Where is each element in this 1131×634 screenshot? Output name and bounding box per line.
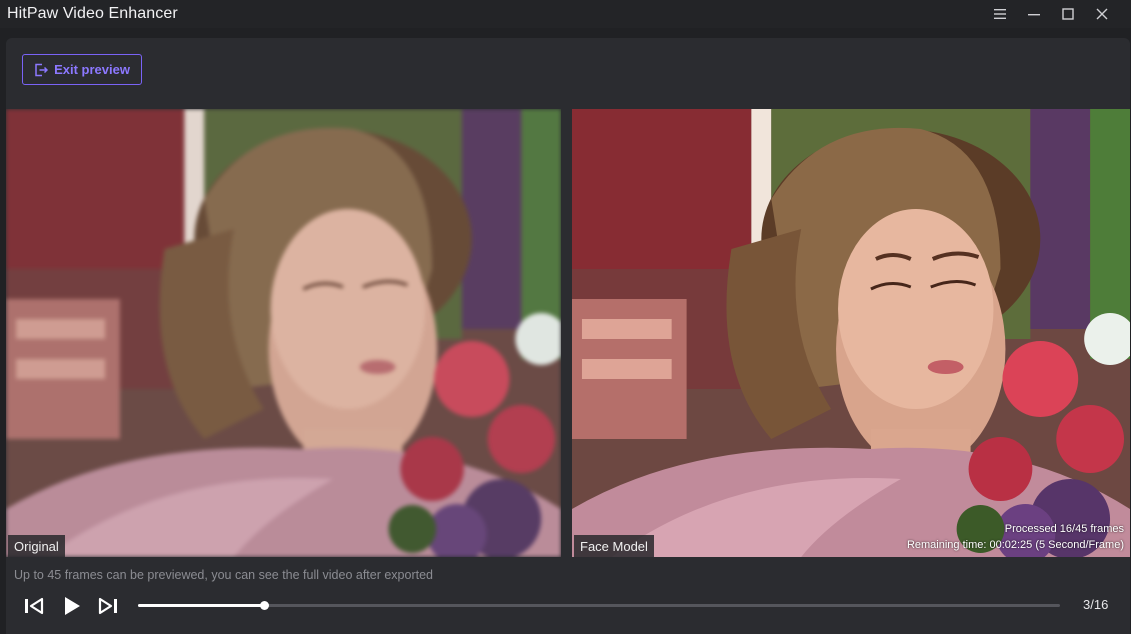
next-frame-button[interactable] bbox=[96, 594, 120, 618]
preview-hint: Up to 45 frames can be previewed, you ca… bbox=[14, 568, 433, 582]
original-label: Original bbox=[8, 535, 65, 557]
original-preview: Original bbox=[6, 109, 561, 557]
frame-page-counter: 3/16 bbox=[1083, 597, 1109, 612]
remaining-time-text: Remaining time: 00:02:25 (5 Second/Frame… bbox=[906, 539, 1124, 551]
play-icon bbox=[65, 597, 80, 615]
app-title: HitPaw Video Enhancer bbox=[7, 5, 178, 22]
maximize-button[interactable] bbox=[1051, 0, 1085, 28]
main-area: Exit preview Original Face Model Process… bbox=[6, 38, 1130, 634]
enhanced-frame-image bbox=[572, 109, 1130, 557]
original-frame-image bbox=[6, 109, 561, 557]
processed-frames-text: Processed 16/45 frames bbox=[1004, 523, 1124, 535]
exit-preview-label: Exit preview bbox=[54, 62, 130, 77]
processing-status: Processed 16/45 frames Remaining time: 0… bbox=[907, 521, 1124, 553]
face-model-label: Face Model bbox=[574, 535, 654, 557]
progress-fill bbox=[138, 604, 265, 607]
menu-icon bbox=[994, 9, 1006, 19]
minimize-icon bbox=[1028, 14, 1040, 16]
close-icon bbox=[1096, 8, 1108, 20]
menu-button[interactable] bbox=[983, 0, 1017, 28]
face-model-preview: Face Model Processed 16/45 frames Remain… bbox=[572, 109, 1130, 557]
minimize-button[interactable] bbox=[1017, 0, 1051, 28]
previous-frame-button[interactable] bbox=[22, 594, 46, 618]
progress-thumb[interactable] bbox=[260, 601, 270, 610]
close-button[interactable] bbox=[1085, 0, 1119, 28]
maximize-icon bbox=[1062, 8, 1074, 20]
exit-icon bbox=[35, 63, 49, 76]
previous-frame-icon bbox=[25, 597, 44, 615]
window-controls bbox=[983, 0, 1119, 28]
exit-preview-button[interactable]: Exit preview bbox=[22, 54, 142, 85]
play-button[interactable] bbox=[60, 594, 84, 618]
next-frame-icon bbox=[98, 597, 117, 615]
title-bar: HitPaw Video Enhancer bbox=[0, 0, 1131, 28]
progress-track[interactable] bbox=[138, 601, 1060, 610]
playback-controls: 3/16 bbox=[6, 590, 1130, 622]
